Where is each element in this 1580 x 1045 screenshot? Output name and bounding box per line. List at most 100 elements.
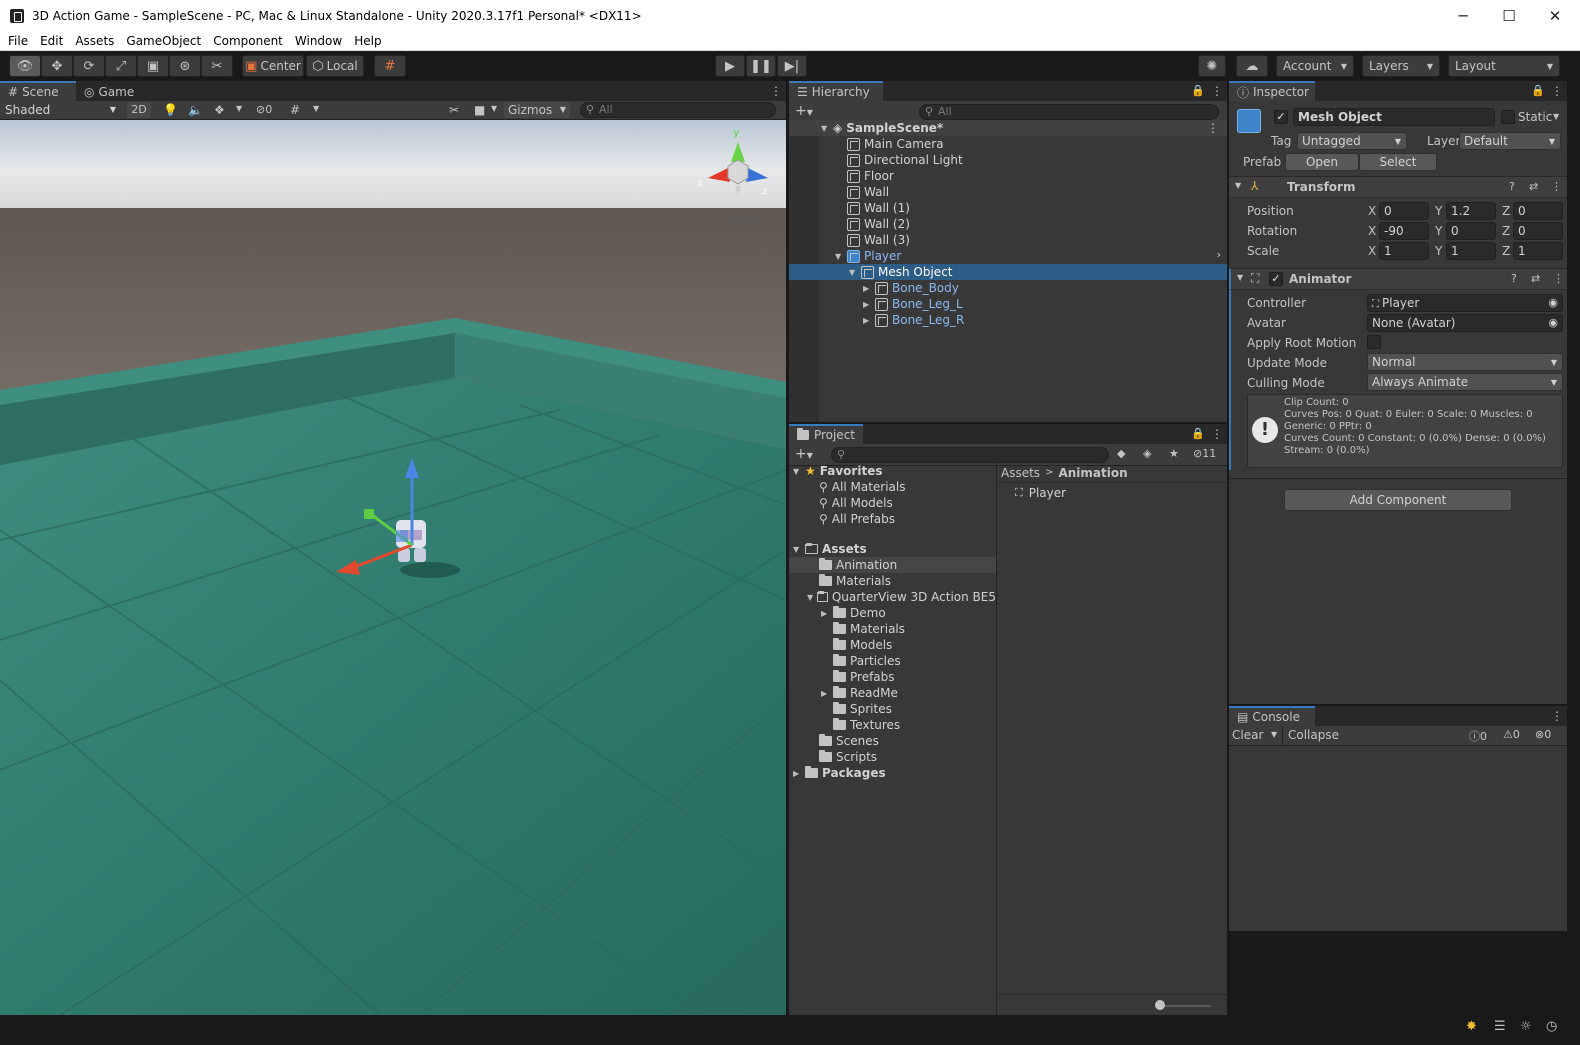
play-button[interactable]: ▶ <box>715 55 745 77</box>
object-name-field[interactable]: Mesh Object <box>1293 108 1495 126</box>
static-checkbox[interactable] <box>1501 110 1515 124</box>
avatar-field[interactable]: None (Avatar) ◉ <box>1367 314 1563 332</box>
fold-open-icon[interactable]: ▼ <box>835 252 847 261</box>
position-z-field[interactable]: 0 <box>1513 202 1563 220</box>
kebab-menu-icon[interactable]: ⋮ <box>1553 272 1564 285</box>
list-item[interactable]: Wall (1) <box>789 200 1227 216</box>
rotation-x-field[interactable]: -90 <box>1379 222 1429 240</box>
object-picker-icon[interactable]: ◉ <box>1548 315 1558 331</box>
lock-icon[interactable]: 🔒 <box>1531 84 1545 97</box>
list-item[interactable]: Wall (2) <box>789 216 1227 232</box>
fold-closed-icon[interactable]: ▶ <box>863 300 875 309</box>
rotation-z-field[interactable]: 0 <box>1513 222 1563 240</box>
filter-type-icon[interactable]: ◆ <box>1117 447 1125 460</box>
custom-tool-icon[interactable]: ✂ <box>201 55 233 77</box>
animator-header[interactable]: ▼ ⛶ ✓ Animator ? ⇄ ⋮ <box>1229 268 1567 290</box>
list-item[interactable]: ⚲ All Prefabs <box>789 511 996 527</box>
account-dropdown[interactable]: Account ▼ <box>1276 55 1354 77</box>
project-search-input[interactable] <box>831 447 1109 463</box>
controller-field[interactable]: ⛶ Player ◉ <box>1367 294 1563 312</box>
chevron-down-icon[interactable]: ▼ <box>1553 112 1559 121</box>
2d-toggle[interactable]: 2D <box>127 102 151 118</box>
list-item[interactable]: Wall <box>789 184 1227 200</box>
list-item-player[interactable]: ▼ Player › <box>789 248 1227 264</box>
add-component-button[interactable]: Add Component <box>1284 489 1512 511</box>
kebab-menu-icon[interactable]: ⋮ <box>1207 121 1219 135</box>
fold-open-icon[interactable]: ▼ <box>1235 181 1241 190</box>
cloud-icon[interactable]: ☁ <box>1236 55 1268 77</box>
menu-file[interactable]: File <box>2 34 34 48</box>
list-item[interactable]: Floor <box>789 168 1227 184</box>
layout-dropdown[interactable]: Layout ▼ <box>1448 55 1560 77</box>
list-item[interactable]: ▶ ReadMe <box>789 685 996 701</box>
tab-project[interactable]: Project <box>789 424 863 444</box>
tab-scene[interactable]: # Scene <box>0 81 76 101</box>
menu-window[interactable]: Window <box>289 34 348 48</box>
fold-closed-icon[interactable]: ▶ <box>863 284 875 293</box>
camera-icon[interactable]: ■ <box>474 103 485 117</box>
menu-gameobject[interactable]: GameObject <box>120 34 207 48</box>
rect-tool-icon[interactable]: ▣ <box>137 55 169 77</box>
animator-enabled-checkbox[interactable]: ✓ <box>1269 272 1283 286</box>
maximize-icon[interactable]: ☐ <box>1486 0 1532 31</box>
list-item[interactable]: Scenes <box>789 733 996 749</box>
minimize-icon[interactable]: ─ <box>1440 0 1486 31</box>
list-item[interactable]: ▶ Demo <box>789 605 996 621</box>
error-messages-toggle[interactable]: ⊗0 <box>1535 728 1551 741</box>
list-item[interactable]: ▶ Bone_Leg_R <box>789 312 1227 328</box>
scale-y-field[interactable]: 1 <box>1446 242 1496 260</box>
list-item[interactable]: ⚲ All Models <box>789 495 996 511</box>
shading-mode-dropdown[interactable]: Shaded ▼ <box>2 101 120 119</box>
kebab-menu-icon[interactable]: ⋮ <box>770 84 782 98</box>
kebab-menu-icon[interactable]: ⋮ <box>1551 84 1563 98</box>
preset-icon[interactable]: ⇄ <box>1529 180 1538 193</box>
menu-component[interactable]: Component <box>207 34 289 48</box>
hidden-packages-icon[interactable]: ⊘11 <box>1193 447 1216 460</box>
fold-open-icon[interactable]: ▼ <box>807 593 817 602</box>
list-item[interactable]: Materials <box>789 573 996 589</box>
prefab-select-button[interactable]: Select <box>1359 153 1437 171</box>
culling-mode-dropdown[interactable]: Always Animate <box>1367 373 1563 391</box>
tab-game[interactable]: ◎ Game <box>76 81 140 101</box>
help-icon[interactable]: ? <box>1509 180 1515 193</box>
fold-closed-icon[interactable]: ▶ <box>821 689 833 698</box>
pivot-local-button[interactable]: ⬡ Local <box>306 55 364 77</box>
preset-icon[interactable]: ⇄ <box>1531 272 1540 285</box>
rotation-y-field[interactable]: 0 <box>1446 222 1496 240</box>
list-item[interactable]: Main Camera <box>789 136 1227 152</box>
tab-inspector[interactable]: ⓘ Inspector <box>1229 81 1315 101</box>
project-splitter[interactable] <box>996 463 997 1015</box>
zoom-slider-handle[interactable] <box>1155 1000 1165 1010</box>
list-item[interactable]: Textures <box>789 717 996 733</box>
favorites-row[interactable]: ▼ ★ Favorites <box>789 463 996 479</box>
list-item[interactable]: ▼ QuarterView 3D Action BE5 <box>789 589 996 605</box>
chevron-down-icon[interactable]: ▼ <box>491 104 497 113</box>
view-tool-icon[interactable]: 👁 <box>9 55 41 77</box>
scene-viewport[interactable]: y x z < Persp <box>0 120 786 1015</box>
fold-open-icon[interactable]: ▼ <box>849 268 861 277</box>
help-icon[interactable]: ? <box>1511 272 1517 285</box>
list-item-selected[interactable]: Animation <box>789 557 996 573</box>
audio-icon[interactable]: 🔈 <box>188 103 203 117</box>
pivot-center-button[interactable]: ▣ Center <box>242 55 304 77</box>
list-item-selected[interactable]: ▼ Mesh Object <box>789 264 1227 280</box>
kebab-menu-icon[interactable]: ⋮ <box>1211 84 1223 98</box>
kebab-menu-icon[interactable]: ⋮ <box>1551 180 1562 193</box>
fold-open-icon[interactable]: ▼ <box>793 545 805 554</box>
layer-dropdown[interactable]: Default <box>1459 132 1561 150</box>
apply-root-motion-checkbox[interactable] <box>1367 335 1381 349</box>
layers-dropdown[interactable]: Layers ▼ <box>1362 55 1440 77</box>
fold-open-icon[interactable]: ▼ <box>821 124 833 133</box>
close-icon[interactable]: ✕ <box>1532 0 1578 31</box>
warning-messages-toggle[interactable]: ⚠0 <box>1503 728 1520 741</box>
collapse-button[interactable]: Collapse <box>1288 728 1339 742</box>
prefab-open-button[interactable]: Open <box>1285 153 1359 171</box>
lock-icon[interactable]: 🔒 <box>1191 84 1205 97</box>
scene-search-input[interactable]: All <box>580 102 776 118</box>
position-y-field[interactable]: 1.2 <box>1446 202 1496 220</box>
tab-console[interactable]: ▤ Console <box>1229 706 1315 726</box>
menu-assets[interactable]: Assets <box>69 34 120 48</box>
list-item[interactable]: Prefabs <box>789 669 996 685</box>
active-checkbox[interactable]: ✓ <box>1274 110 1288 124</box>
list-item[interactable]: Particles <box>789 653 996 669</box>
